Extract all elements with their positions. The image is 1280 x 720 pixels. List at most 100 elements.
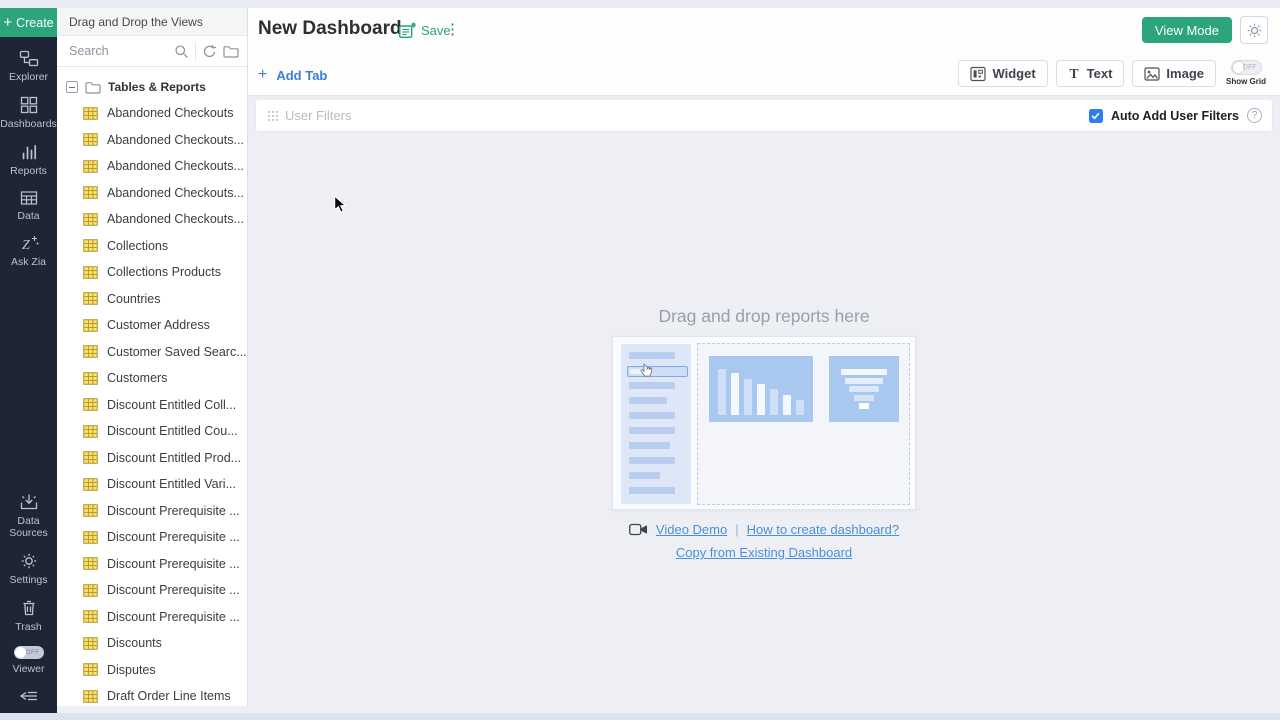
table-icon <box>83 213 98 226</box>
view-list-item[interactable]: Collections Products <box>57 259 247 286</box>
view-item-label: Collections Products <box>107 265 221 279</box>
view-list-item[interactable]: Discount Prerequisite ... <box>57 604 247 631</box>
toggle-knob <box>15 647 26 658</box>
view-item-label: Discounts <box>107 636 162 650</box>
viewer-toggle[interactable]: OFF <box>14 646 44 659</box>
help-icon[interactable]: ? <box>1247 108 1262 123</box>
dashboard-settings-button[interactable] <box>1240 16 1268 44</box>
view-list-item[interactable]: Abandoned Checkouts <box>57 100 247 127</box>
sidebar-item-label: Data Sources <box>0 515 57 539</box>
sidebar-item-explorer[interactable]: Explorer <box>0 37 57 83</box>
view-list-item[interactable]: Countries <box>57 286 247 313</box>
create-label: Create <box>16 16 54 30</box>
view-list-item[interactable]: Discount Prerequisite ... <box>57 524 247 551</box>
sidebar-item-data-sources[interactable]: Data Sources <box>0 480 57 539</box>
add-tab-label: Add Tab <box>276 68 327 83</box>
view-list-item[interactable]: Abandoned Checkouts... <box>57 180 247 207</box>
view-list-item[interactable]: Discount Entitled Prod... <box>57 445 247 472</box>
sidebar-item-trash[interactable]: Trash <box>0 586 57 633</box>
sidebar-item-label: Reports <box>10 165 47 177</box>
table-icon <box>83 398 98 411</box>
chart-bar <box>757 384 765 415</box>
widget-label: Widget <box>992 66 1035 81</box>
view-mode-button[interactable]: View Mode <box>1142 17 1232 43</box>
view-list-item[interactable]: Abandoned Checkouts... <box>57 206 247 233</box>
text-button[interactable]: T Text <box>1056 60 1125 87</box>
funnel-row <box>859 403 869 409</box>
view-item-label: Discount Entitled Prod... <box>107 451 241 465</box>
chart-bar <box>770 389 778 415</box>
view-item-label: Customer Address <box>107 318 210 332</box>
view-list-item[interactable]: Collections <box>57 233 247 260</box>
video-demo-link[interactable]: Video Demo <box>656 522 727 537</box>
drag-handle-icon[interactable] <box>268 111 278 121</box>
search-icon <box>174 44 189 59</box>
collapse-minus-icon[interactable] <box>66 81 78 93</box>
page-title: New Dashboard <box>258 18 402 40</box>
view-list-item[interactable]: Discount Prerequisite ... <box>57 498 247 525</box>
user-filters-label: User Filters <box>285 108 351 123</box>
view-list-item[interactable]: Customers <box>57 365 247 392</box>
table-icon <box>83 372 98 385</box>
table-icon <box>83 239 98 252</box>
list-row-bar <box>629 472 660 479</box>
view-item-label: Discount Prerequisite ... <box>107 610 240 624</box>
funnel-rows <box>841 369 887 409</box>
sidebar-collapse-button[interactable] <box>19 675 39 713</box>
sidebar-item-dashboards[interactable]: Dashboards <box>0 83 57 130</box>
sidebar-item-label: Explorer <box>9 71 48 83</box>
view-item-label: Abandoned Checkouts... <box>107 186 244 200</box>
folder-icon <box>85 81 101 94</box>
list-row-bar <box>629 442 670 449</box>
top-edge-strip <box>0 0 1280 8</box>
list-row-bar <box>629 427 675 434</box>
create-button[interactable]: + Create <box>0 8 57 37</box>
view-item-label: Discount Prerequisite ... <box>107 504 240 518</box>
sidebar-item-ask-zia[interactable]: Z Ask Zia <box>0 222 57 268</box>
folder-icon[interactable] <box>223 45 239 58</box>
copy-existing-dashboard-link[interactable]: Copy from Existing Dashboard <box>676 545 852 560</box>
view-list-item[interactable]: Discount Entitled Cou... <box>57 418 247 445</box>
widget-button[interactable]: Widget <box>958 60 1047 87</box>
more-menu-icon[interactable]: ⋮ <box>441 20 464 38</box>
list-row-bar <box>629 457 675 464</box>
view-list-item[interactable]: Customer Address <box>57 312 247 339</box>
list-row-bar <box>629 397 667 404</box>
view-list-item[interactable]: Discount Prerequisite ... <box>57 577 247 604</box>
sidebar-item-reports[interactable]: Reports <box>0 130 57 177</box>
table-icon <box>83 690 98 703</box>
sidebar-item-settings[interactable]: Settings <box>0 539 57 586</box>
search-input[interactable] <box>69 44 168 58</box>
auto-add-checkbox[interactable] <box>1089 109 1103 123</box>
view-item-label: Discount Prerequisite ... <box>107 530 240 544</box>
table-icon <box>83 107 98 120</box>
text-icon: T <box>1068 66 1081 81</box>
table-icon <box>83 557 98 570</box>
view-list-item[interactable]: Draft Order Line Items <box>57 683 247 706</box>
view-list-item[interactable]: Abandoned Checkouts... <box>57 127 247 154</box>
explorer-icon <box>19 50 39 67</box>
view-list-item[interactable]: Abandoned Checkouts... <box>57 153 247 180</box>
view-item-label: Draft Order Line Items <box>107 689 231 703</box>
view-list-item[interactable]: Discount Prerequisite ... <box>57 551 247 578</box>
plus-icon: + <box>258 67 267 83</box>
view-list-item[interactable]: Disputes <box>57 657 247 684</box>
tree-root-label: Tables & Reports <box>108 80 206 94</box>
tree-root-tables-reports[interactable]: Tables & Reports <box>57 74 247 100</box>
link-separator: | <box>735 522 738 537</box>
view-list-item[interactable]: Discount Entitled Coll... <box>57 392 247 419</box>
table-icon <box>83 160 98 173</box>
view-list-item[interactable]: Customer Saved Searc... <box>57 339 247 366</box>
sidebar-item-data[interactable]: Data <box>0 177 57 222</box>
show-grid-label: Show Grid <box>1226 77 1266 86</box>
add-tab-button[interactable]: + Add Tab <box>258 67 327 83</box>
image-label: Image <box>1166 66 1204 81</box>
toggle-state-label: OFF <box>26 649 40 656</box>
image-button[interactable]: Image <box>1132 60 1216 87</box>
table-icon <box>83 504 98 517</box>
show-grid-toggle[interactable]: OFF <box>1231 60 1262 75</box>
view-list-item[interactable]: Discount Entitled Vari... <box>57 471 247 498</box>
refresh-icon[interactable] <box>202 44 217 59</box>
how-to-create-link[interactable]: How to create dashboard? <box>747 522 899 537</box>
view-list-item[interactable]: Discounts <box>57 630 247 657</box>
